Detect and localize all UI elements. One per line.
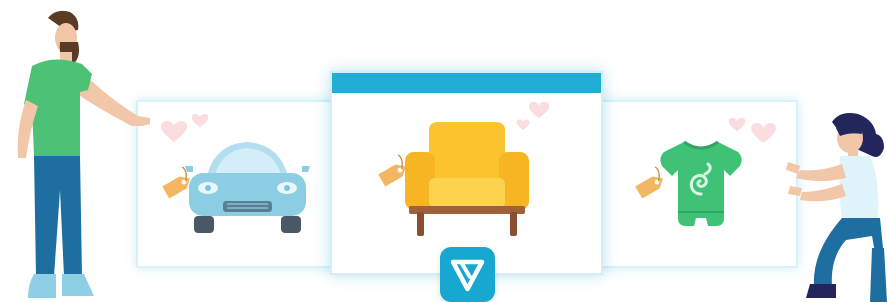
baby-onesie-icon (660, 140, 742, 226)
card-header-bar (332, 73, 601, 93)
brand-logo (440, 247, 495, 302)
marketplace-illustration (0, 0, 887, 302)
woman-figure-icon (786, 113, 887, 302)
heart-icon (191, 113, 209, 128)
armchair-icon (405, 122, 529, 236)
heart-icon (751, 122, 776, 144)
man-figure-icon (17, 10, 150, 298)
car-icon (185, 142, 310, 233)
heart-icon (728, 117, 746, 132)
brand-v-logo-icon (450, 259, 485, 292)
heart-icon (528, 101, 550, 119)
heart-icon (161, 121, 187, 142)
